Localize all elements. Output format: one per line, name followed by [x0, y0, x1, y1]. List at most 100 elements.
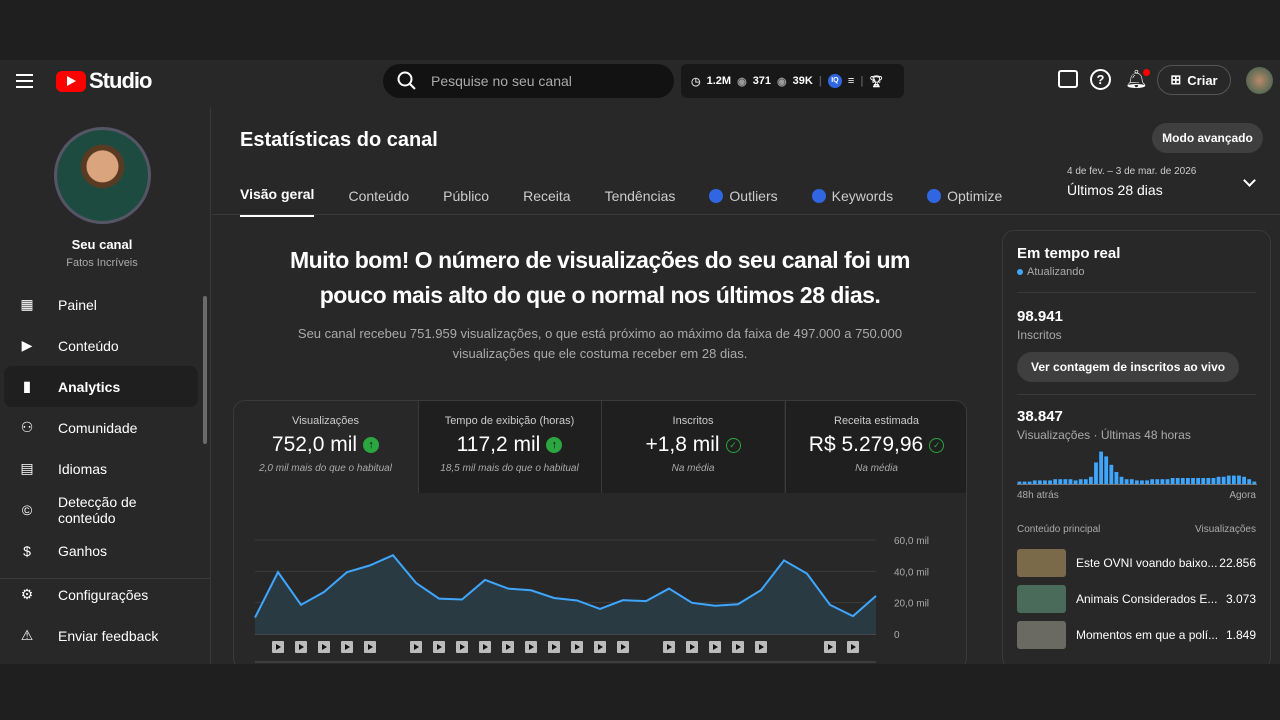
- tab-2[interactable]: Público: [443, 186, 489, 217]
- logo-text: Studio: [89, 68, 152, 93]
- feedback-icon[interactable]: [1058, 70, 1078, 88]
- sidebar-item-ganhos[interactable]: $ Ganhos: [4, 530, 198, 571]
- tab-0[interactable]: Visão geral: [240, 186, 315, 217]
- realtime-bar: [1027, 481, 1032, 484]
- sidebar-item-label: Comunidade: [58, 419, 138, 436]
- metric-tab[interactable]: Inscritos +1,8 mil ✓ Na média: [601, 401, 784, 493]
- views-stat-2: 39K: [792, 75, 813, 87]
- video-thumbnail: [1017, 549, 1066, 577]
- realtime-bar: [1129, 479, 1134, 484]
- tab-label: Keywords: [831, 187, 894, 204]
- area-fill: [255, 555, 876, 634]
- create-label: Criar: [1187, 72, 1218, 88]
- date-range-picker[interactable]: 4 de fev. – 3 de mar. de 2026 Últimos 28…: [1067, 166, 1262, 198]
- sidebar: Seu canal Fatos Incríveis ▦ Painel ▶ Conteú…: [0, 108, 211, 664]
- metric-sub: 2,0 mil mais do que o habitual: [259, 463, 392, 474]
- realtime-bar: [1140, 480, 1144, 484]
- realtime-views-label: Visualizações · Últimas 48 horas: [1017, 428, 1191, 442]
- sidebar-item-label: Idiomas: [58, 460, 108, 477]
- metric-value: 752,0 mil: [271, 433, 358, 456]
- sidebar-item-label: Painel: [58, 296, 97, 313]
- realtime-chart[interactable]: [1017, 448, 1257, 486]
- studio-logo[interactable]: Studio: [56, 68, 152, 94]
- metric-sub: Na média: [671, 463, 715, 474]
- tab-3[interactable]: Receita: [523, 186, 570, 217]
- metric-label: Inscritos: [672, 415, 714, 427]
- sidebar-item-conte-do[interactable]: ▶ Conteúdo: [4, 325, 198, 366]
- top-video-row[interactable]: Este OVNI voando baixo... 22.856: [1017, 545, 1256, 581]
- views-chart[interactable]: 60,0 mil 40,0 mil 20,0 mil 0: [234, 493, 967, 670]
- create-button[interactable]: ⊞ Criar: [1157, 65, 1231, 95]
- search-input[interactable]: Pesquise no seu canal: [383, 64, 674, 98]
- content-header: Conteúdo principal: [1017, 524, 1101, 535]
- sidebar-item-idiomas[interactable]: ▤ Idiomas: [4, 448, 198, 489]
- video-plus-icon: ⊞: [1170, 72, 1182, 87]
- eye-icon: ◉: [777, 75, 787, 88]
- sidebar-item-settings[interactable]: ⚙ Configurações: [4, 574, 198, 615]
- top-video-row[interactable]: Momentos em que a polí... 1.849: [1017, 617, 1256, 653]
- tab-4[interactable]: Tendências: [605, 186, 676, 217]
- list-icon[interactable]: ≡: [848, 75, 854, 87]
- tab-6[interactable]: Keywords: [811, 186, 894, 217]
- metric-tab[interactable]: Receita estimada R$ 5.279,96 ✓ Na média: [784, 401, 966, 493]
- metric-tab[interactable]: Visualizações 752,0 mil ↑ 2,0 mil mais do q…: [234, 401, 417, 493]
- realtime-bar: [1155, 479, 1160, 484]
- vidiq-icon[interactable]: IQ: [827, 74, 842, 88]
- tab-7[interactable]: Optimize: [927, 186, 1002, 217]
- metric-label: Visualizações: [291, 415, 360, 427]
- tab-label: Outliers: [729, 187, 778, 204]
- search-icon: [397, 71, 416, 90]
- help-icon[interactable]: ?: [1090, 69, 1111, 90]
- sidebar-item-analytics[interactable]: ▮ Analytics: [4, 366, 198, 407]
- y-tick-label: 20,0 mil: [894, 599, 929, 610]
- video-title: Momentos em que a polí...: [1076, 628, 1219, 642]
- realtime-bar: [1211, 478, 1216, 484]
- realtime-bar: [1186, 478, 1190, 484]
- extension-stats[interactable]: ◷ 1.2M ◉ 371 ◉ 39K | IQ ≡ | 🏆︎: [681, 64, 904, 98]
- realtime-bar: [1022, 481, 1027, 484]
- realtime-bar: [1119, 476, 1124, 484]
- realtime-bar: [1175, 478, 1180, 484]
- trophy-icon[interactable]: 🏆︎: [869, 75, 883, 88]
- realtime-bar: [1094, 462, 1098, 484]
- tab-1[interactable]: Conteúdo: [348, 186, 409, 217]
- realtime-bar: [1247, 479, 1252, 484]
- sidebar-item-detec-o-de-conte-do[interactable]: © Detecção de conteúdo: [4, 489, 198, 530]
- realtime-bar: [1063, 479, 1068, 484]
- realtime-views: 38.847: [1017, 408, 1063, 425]
- live-count-button[interactable]: Ver contagem de inscritos ao vivo: [1017, 352, 1240, 382]
- sidebar-item-comunidade[interactable]: ⚇ Comunidade: [4, 407, 198, 448]
- copyright-icon: ©: [21, 501, 33, 518]
- realtime-bar: [1134, 480, 1139, 484]
- metric-value: R$ 5.279,96: [808, 433, 924, 456]
- channel-subtitle: Fatos Incríveis: [66, 257, 138, 269]
- menu-button[interactable]: [16, 74, 33, 88]
- content-icon: ▶: [21, 337, 33, 353]
- realtime-bar: [1180, 478, 1185, 484]
- sidebar-item-feedback[interactable]: ⚠ Enviar feedback: [4, 615, 198, 656]
- analytics-icon: ▮: [23, 378, 31, 394]
- advanced-mode-button[interactable]: Modo avançado: [1152, 123, 1263, 153]
- metric-tab[interactable]: Tempo de exibição (horas) 117,2 mil ↑ 18,5 …: [417, 401, 601, 493]
- eye-icon: ◉: [737, 75, 747, 88]
- views-header: Visualizações: [1195, 524, 1256, 535]
- views-stat: 371: [752, 75, 772, 87]
- top-video-row[interactable]: Animais Considerados E... 3.073: [1017, 581, 1256, 617]
- notifications-icon[interactable]: 🔔︎: [1125, 69, 1150, 90]
- channel-avatar[interactable]: [54, 127, 151, 224]
- tab-5[interactable]: Outliers: [709, 186, 778, 217]
- realtime-bar: [1037, 480, 1042, 484]
- realtime-bar: [1206, 478, 1211, 484]
- metric-sub: 18,5 mil mais do que o habitual: [440, 463, 579, 474]
- tab-label: Visão geral: [240, 186, 315, 202]
- channel-name: Seu canal: [71, 237, 133, 252]
- sidebar-scrollbar[interactable]: [203, 296, 207, 444]
- sidebar-item-painel[interactable]: ▦ Painel: [4, 284, 198, 325]
- realtime-bar: [1058, 479, 1063, 484]
- account-avatar[interactable]: [1246, 67, 1273, 94]
- realtime-bar: [1068, 479, 1073, 484]
- check-circle-icon: ✓: [929, 437, 945, 453]
- realtime-bar: [1231, 475, 1236, 484]
- clock-icon: ◷: [691, 75, 701, 88]
- sidebar-item-label: Ganhos: [58, 542, 108, 559]
